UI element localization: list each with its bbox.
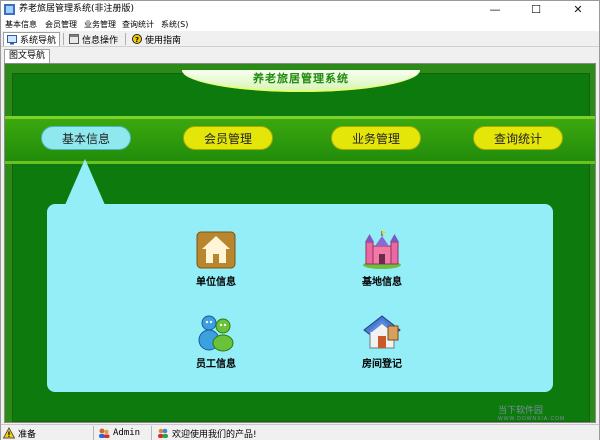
user-icon [99, 428, 110, 438]
tab-info-ops[interactable]: 信息操作 [69, 32, 118, 46]
status-message-cell: 欢迎使用我们的产品! [157, 426, 257, 440]
tab-graphic-nav[interactable]: 图文导航 [4, 49, 51, 63]
status-separator [151, 426, 152, 440]
toolbar-separator [125, 33, 126, 45]
menu-member[interactable]: 会员管理 [45, 19, 77, 30]
minimize-button[interactable]: — [475, 1, 515, 18]
status-ready-cell: 准备 [3, 426, 36, 440]
menu-bar: 基本信息 会员管理 业务管理 查询统计 系统(S) [1, 18, 599, 31]
callout-pointer [65, 159, 105, 205]
people-icon [198, 315, 234, 352]
svg-text:?: ? [135, 36, 139, 44]
monitor-icon [7, 34, 17, 44]
status-text: 准备 [18, 429, 37, 440]
toolbar-separator [63, 33, 64, 45]
watermark-text: 当下软件园 [498, 405, 544, 415]
app-window: 养老旅居管理系统(非注册版) — ☐ ✕ 基本信息 会员管理 业务管理 查询统计… [0, 0, 600, 440]
tab-info-ops-label: 信息操作 [82, 35, 119, 46]
house-icon [196, 231, 236, 269]
navigation-canvas: 养老旅居管理系统 基本信息 会员管理 业务管理 查询统计 单位信息 基地信息 员… [4, 63, 596, 423]
room-register-label: 房间登记 [362, 359, 402, 370]
status-user-cell: Admin [98, 426, 140, 440]
tab-user-guide-label: 使用指南 [145, 35, 182, 46]
nav-business-button[interactable]: 业务管理 [331, 126, 421, 150]
nav-member-button[interactable]: 会员管理 [183, 126, 273, 150]
close-button[interactable]: ✕ [558, 1, 598, 18]
watermark: 当下软件园 WWW.DOWNXIA.COM [498, 403, 565, 422]
unit-info-label: 单位信息 [196, 277, 236, 288]
title-bar: 养老旅居管理系统(非注册版) — ☐ ✕ [1, 1, 599, 18]
menu-basic-info[interactable]: 基本信息 [5, 19, 37, 30]
staff-info-label: 员工信息 [196, 359, 236, 370]
users-icon [158, 428, 168, 438]
tab-system-nav[interactable]: 系统导航 [3, 32, 61, 46]
help-icon: ? [132, 34, 142, 44]
window-icon [69, 34, 79, 44]
room-icon [363, 315, 401, 349]
tab-system-nav-label: 系统导航 [20, 36, 57, 46]
menu-query[interactable]: 查询统计 [122, 19, 154, 30]
status-bar: 准备 Admin 欢迎使用我们的产品! [1, 424, 599, 440]
status-message: 欢迎使用我们的产品! [172, 429, 257, 440]
toolbar: 系统导航 信息操作 ? 使用指南 [1, 31, 599, 47]
base-info-label: 基地信息 [362, 277, 402, 288]
warning-icon [3, 427, 15, 439]
app-icon [4, 4, 15, 15]
castle-icon [363, 231, 401, 269]
submenu-panel: 单位信息 基地信息 员工信息 房间登记 [47, 204, 553, 392]
status-separator [93, 426, 94, 440]
staff-info-item[interactable]: 员工信息 [181, 312, 251, 370]
nav-basic-info-button[interactable]: 基本信息 [41, 126, 131, 150]
tab-user-guide[interactable]: ? 使用指南 [132, 32, 181, 46]
maximize-button[interactable]: ☐ [516, 1, 556, 18]
status-user: Admin [113, 428, 141, 438]
window-title: 养老旅居管理系统(非注册版) [19, 4, 135, 14]
base-info-item[interactable]: 基地信息 [347, 230, 417, 288]
menu-business[interactable]: 业务管理 [84, 19, 116, 30]
banner-title: 养老旅居管理系统 [253, 72, 349, 85]
room-register-item[interactable]: 房间登记 [347, 312, 417, 370]
menu-system[interactable]: 系统(S) [161, 19, 188, 30]
watermark-sub: WWW.DOWNXIA.COM [498, 416, 566, 422]
nav-query-button[interactable]: 查询统计 [473, 126, 563, 150]
unit-info-item[interactable]: 单位信息 [181, 230, 251, 288]
